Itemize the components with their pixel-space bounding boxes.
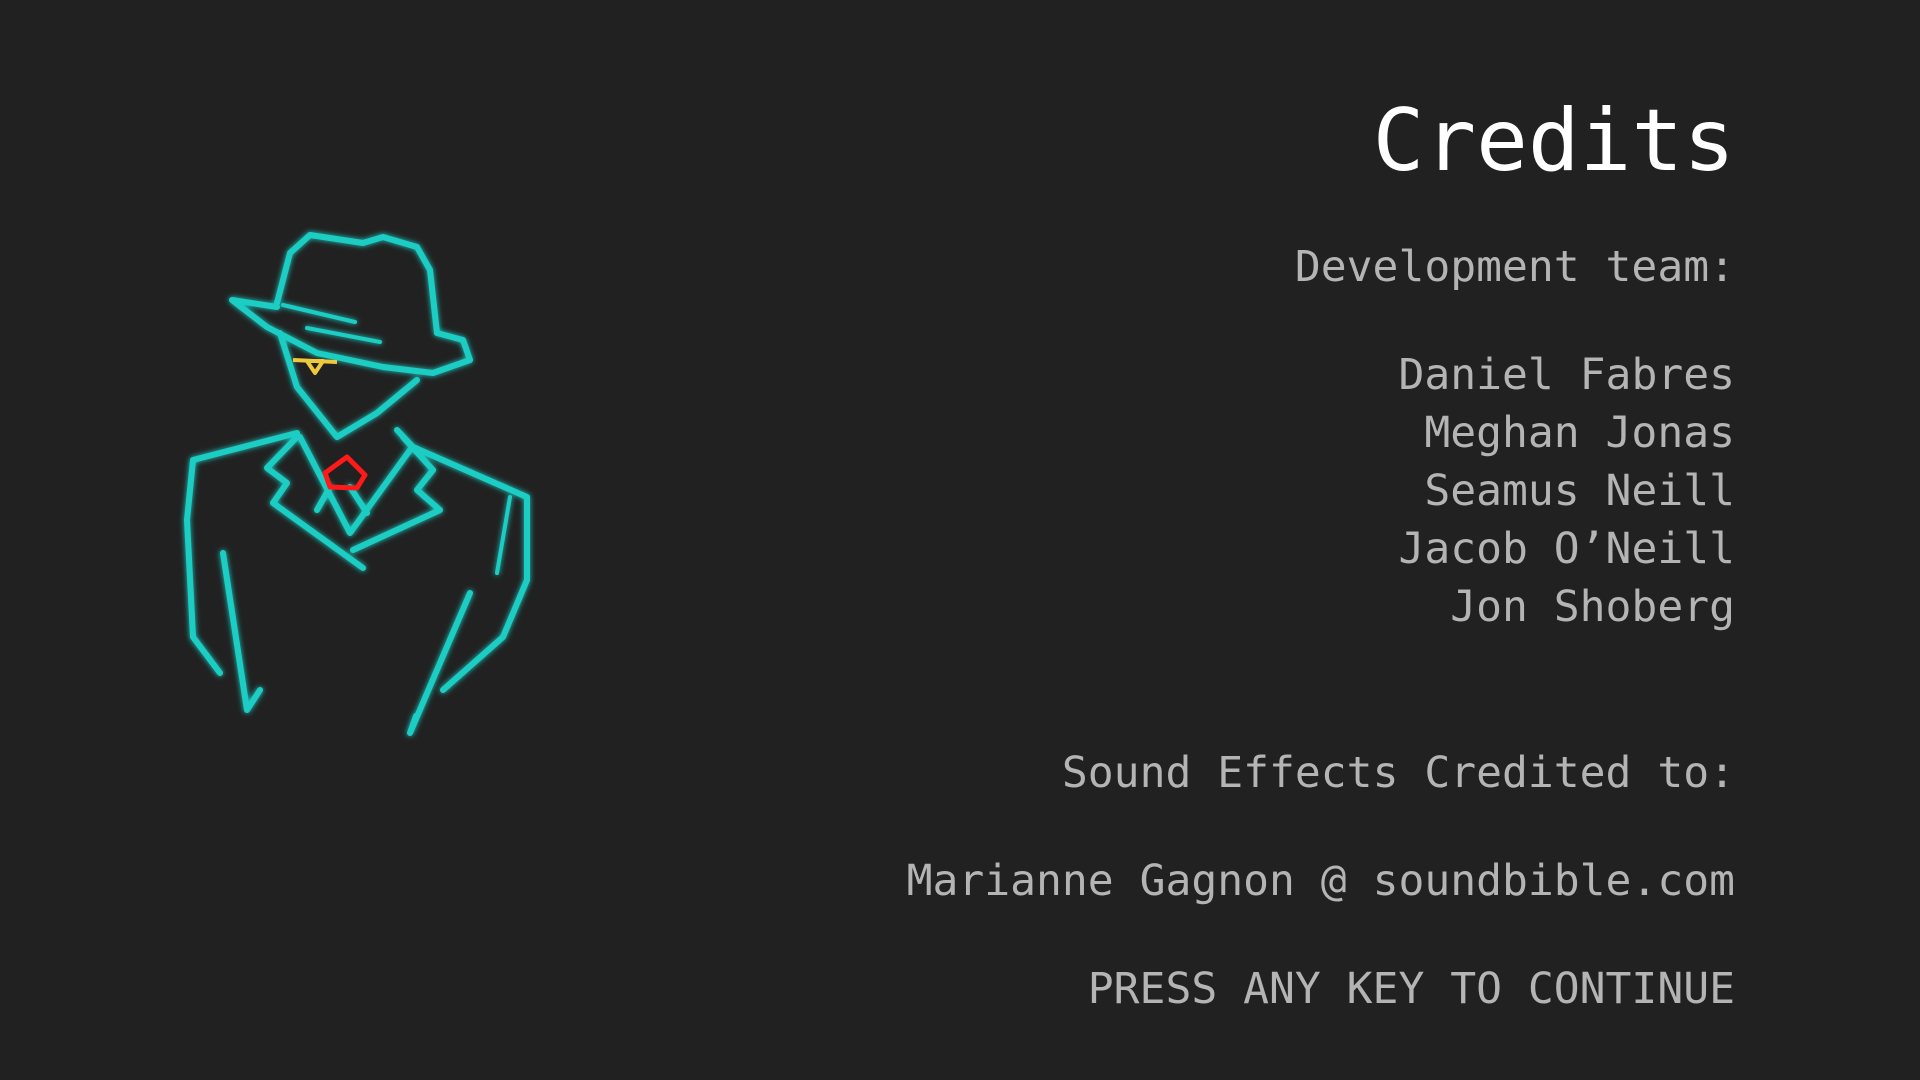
team-member: Meghan Jonas — [1424, 408, 1735, 458]
red-gem-icon — [322, 454, 368, 491]
hat-band-1 — [281, 303, 357, 324]
right-arm — [407, 590, 473, 736]
team-member: Seamus Neill — [1424, 466, 1735, 516]
right-inner — [495, 495, 512, 575]
collar — [297, 434, 413, 536]
left-arm — [220, 550, 263, 713]
monocle-eye-icon — [292, 358, 338, 375]
face — [277, 330, 420, 440]
team-member: Jacob O’Neill — [1398, 524, 1735, 574]
tie — [314, 484, 370, 516]
sound-credit: Marianne Gagnon @ soundbible.com — [906, 856, 1735, 906]
left-shoulder — [184, 430, 300, 676]
right-shoulder — [394, 427, 530, 693]
sound-heading: Sound Effects Credited to: — [1061, 748, 1735, 798]
development-heading: Development team: — [1294, 242, 1735, 292]
page-title: Credits — [1372, 91, 1735, 191]
team-member: Jon Shoberg — [1450, 582, 1735, 632]
continue-prompt[interactable]: PRESS ANY KEY TO CONTINUE — [1088, 968, 1735, 1011]
team-member: Daniel Fabres — [1398, 350, 1735, 400]
hat-crown — [274, 232, 440, 336]
hat-band-2 — [305, 326, 382, 344]
